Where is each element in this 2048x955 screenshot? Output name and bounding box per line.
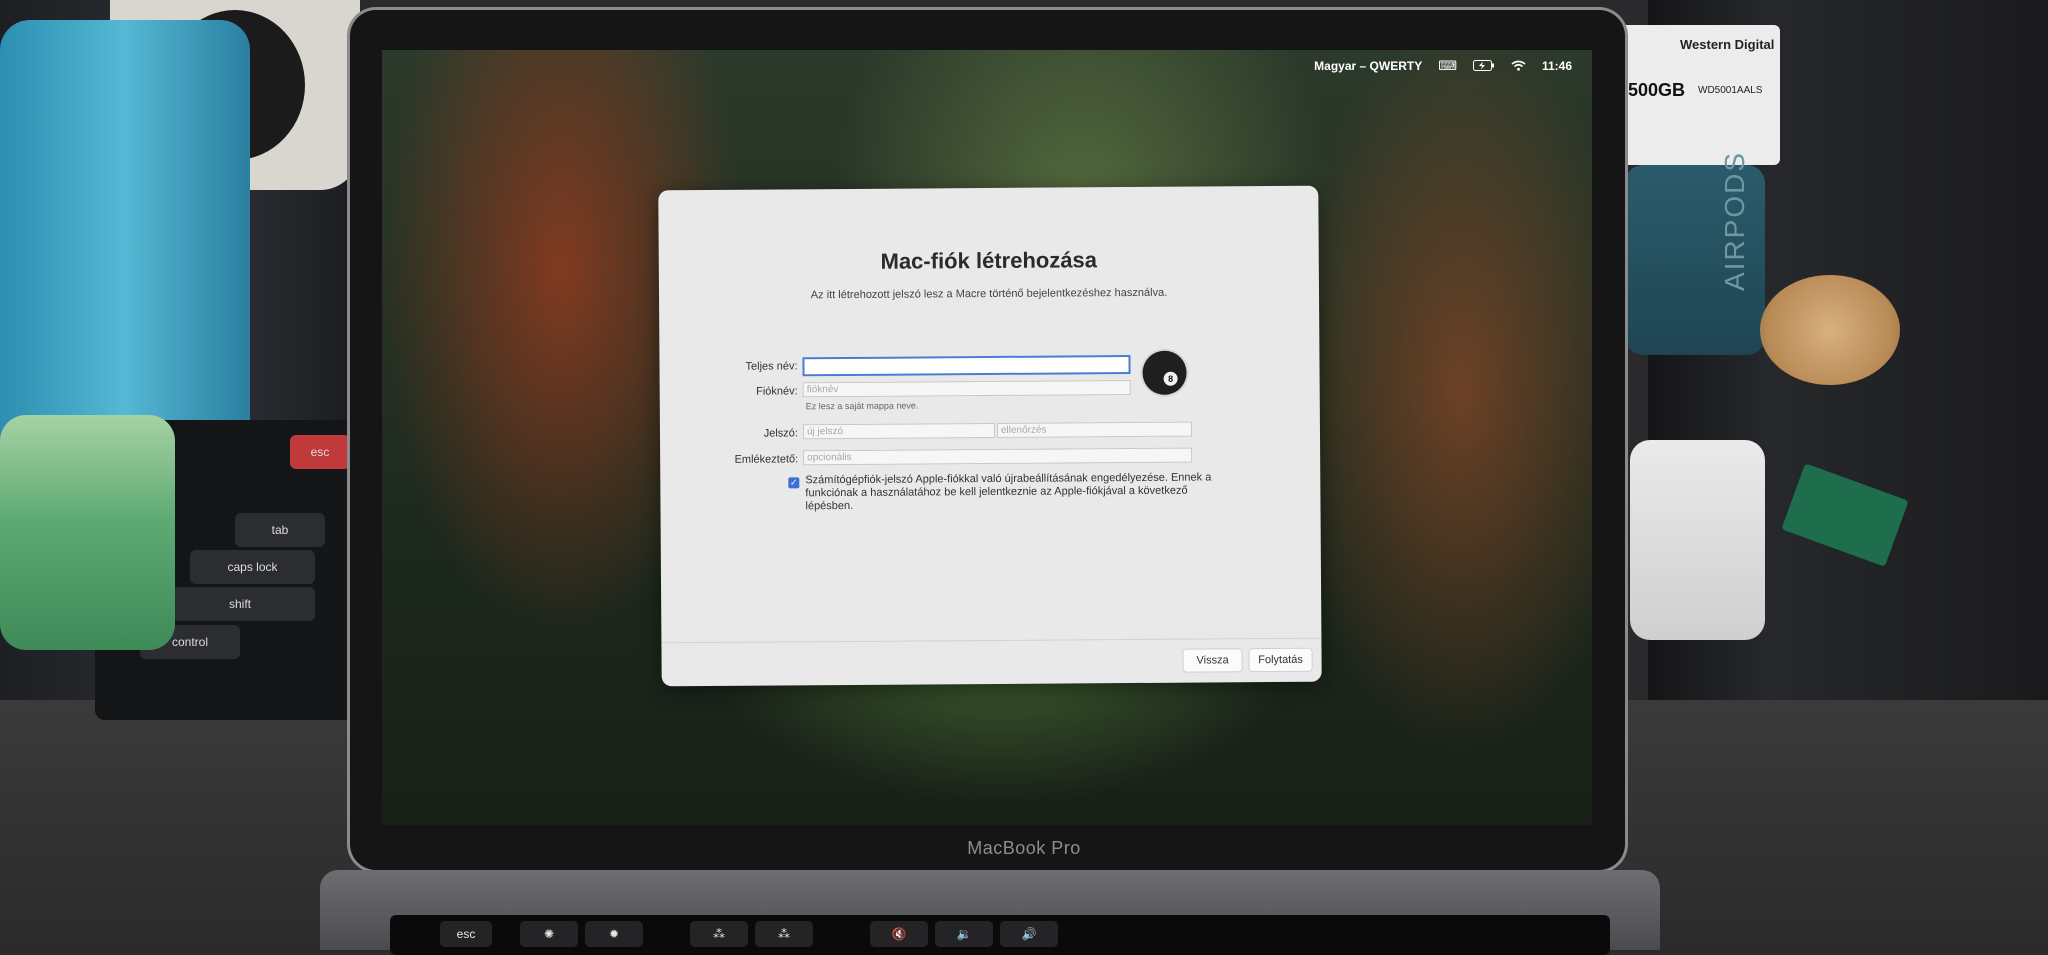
wifi-icon[interactable] — [1511, 59, 1526, 74]
vape-device — [0, 415, 175, 650]
back-button[interactable]: Vissza — [1182, 648, 1243, 673]
dialog-title: Mac-fiók létrehozása — [880, 247, 1098, 274]
apple-reset-checkbox[interactable]: ✓ — [788, 477, 800, 489]
keyboard-icon[interactable]: ⌨ — [1438, 58, 1457, 74]
hard-drive: Western Digital 500GB WD5001AALS — [1620, 25, 1780, 165]
dialog-subtitle: Az itt létrehozott jelszó lesz a Macre t… — [810, 286, 1168, 302]
password-hint-label: Emlékeztető: — [734, 453, 799, 466]
airpods-box: AIRPODS — [1625, 151, 1765, 355]
tape-roll — [1760, 275, 1900, 385]
menu-bar: Magyar – QWERTY ⌨ 11:46 — [1314, 58, 1572, 74]
white-device — [1630, 440, 1765, 640]
airpods-label: AIRPODS — [1719, 150, 1751, 292]
keyboard-shift-key: shift — [165, 587, 315, 621]
account-name-field[interactable]: fióknév — [802, 380, 1131, 398]
password-label: Jelszó: — [763, 427, 799, 440]
eight-ball-icon: 8 — [1163, 371, 1178, 386]
account-name-hint: Ez lesz a saját mappa neve. — [805, 400, 919, 412]
password-verify-field[interactable]: ellenőrzés — [996, 421, 1193, 438]
battery-charging-icon[interactable] — [1472, 59, 1495, 74]
hdd-capacity: 500GB — [1628, 80, 1686, 100]
keyboard-tab-key: tab — [235, 513, 325, 547]
full-name-field[interactable] — [802, 355, 1131, 377]
continue-button[interactable]: Folytatás — [1248, 647, 1313, 673]
brightness-down-icon[interactable]: ✺ — [520, 921, 578, 947]
keyboard-esc-key: esc — [290, 435, 350, 469]
laptop-brand: MacBook Pro — [967, 838, 1081, 858]
full-name-label: Teljes név: — [745, 360, 798, 373]
footer-divider — [661, 637, 1322, 644]
clock[interactable]: 11:46 — [1542, 59, 1572, 73]
password-field[interactable]: új jelszó — [802, 422, 996, 440]
volume-down-icon[interactable]: 🔉 — [935, 921, 993, 947]
apple-reset-label: Számítógépfiók-jelszó Apple-fiókkal való… — [805, 471, 1212, 513]
user-avatar[interactable]: 8 — [1142, 350, 1187, 395]
hdd-model: WD5001AALS — [1698, 85, 1763, 96]
keyboard-layout-menu[interactable]: Magyar – QWERTY — [1314, 59, 1422, 73]
hdd-brand: Western Digital — [1680, 37, 1775, 52]
password-hint-field[interactable]: opcionális — [803, 447, 1193, 466]
keyboard-light-down-icon[interactable]: ⁂ — [690, 921, 748, 947]
brightness-up-icon[interactable]: ✹ — [585, 921, 643, 947]
touch-bar: esc ✺ ✹ ⁂ ⁂ 🔇 🔉 🔊 — [390, 915, 1610, 955]
touchbar-esc-key[interactable]: esc — [440, 921, 492, 947]
account-name-label: Fióknév: — [756, 385, 798, 398]
mute-icon[interactable]: 🔇 — [870, 921, 928, 947]
volume-up-icon[interactable]: 🔊 — [1000, 921, 1058, 947]
keyboard-light-up-icon[interactable]: ⁂ — [755, 921, 813, 947]
keyboard-caps-key: caps lock — [190, 550, 315, 584]
create-account-dialog: Mac-fiók létrehozása Az itt létrehozott … — [658, 185, 1322, 687]
